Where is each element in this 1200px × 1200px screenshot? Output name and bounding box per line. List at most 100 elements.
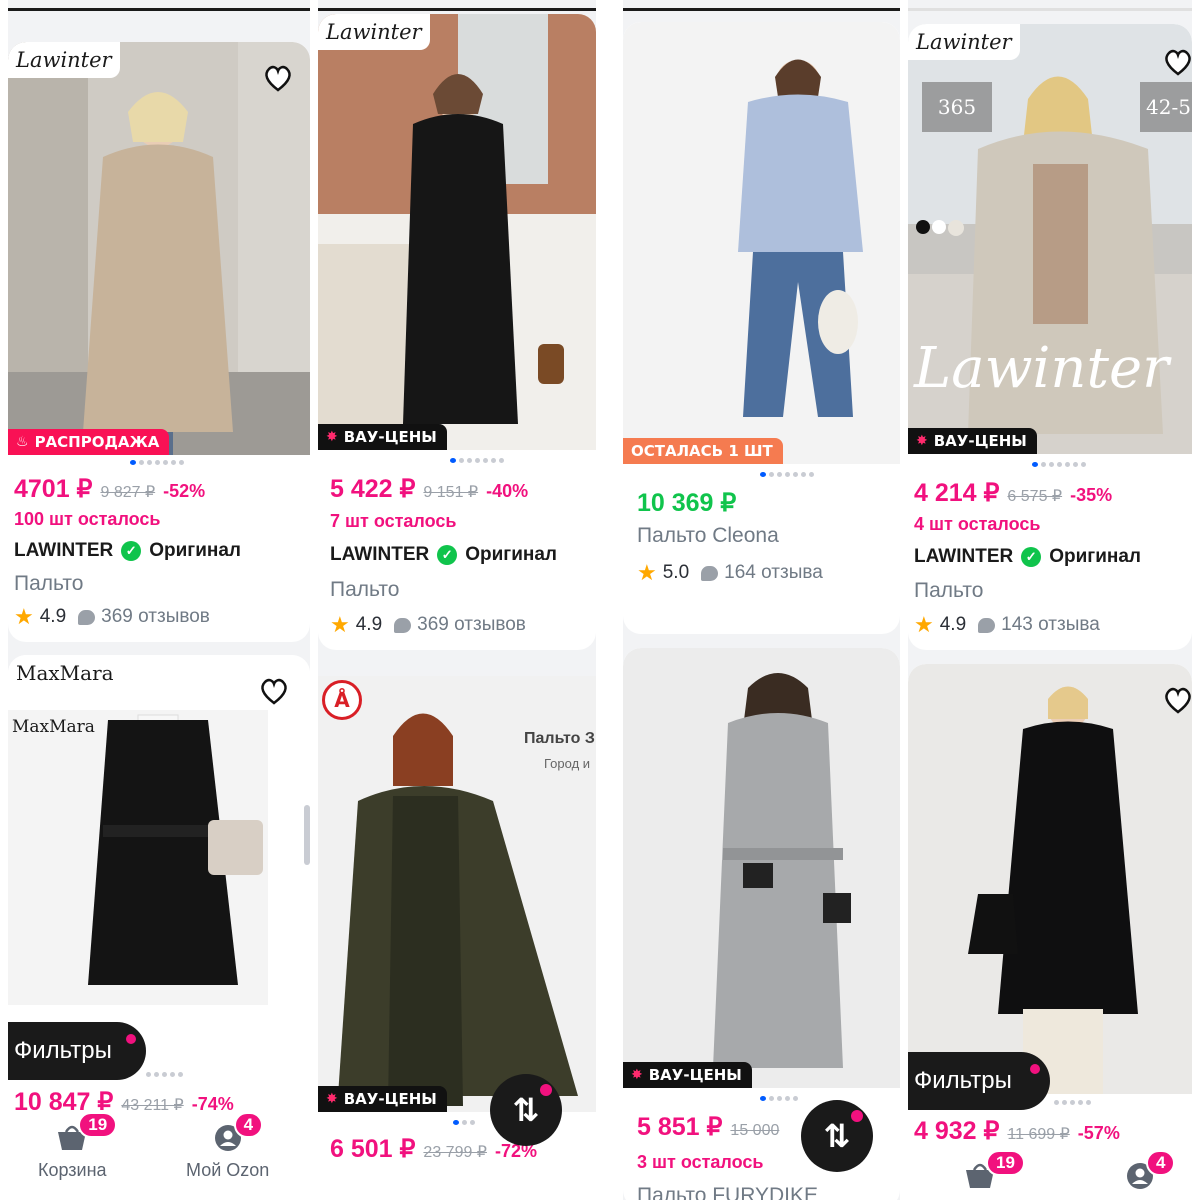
seller-row[interactable]: LAWINTER ✓ Оригинал: [330, 544, 557, 566]
price: 4 932 ₽: [914, 1117, 1000, 1145]
rating-value: 4.9: [355, 614, 383, 635]
product-photo[interactable]: Lawinter 365 42-50 Lawinter ✸ ВАУ-ЦЕНЫ: [908, 24, 1192, 454]
rating-row: ★ 4.9 369 отзывов: [14, 604, 210, 630]
product-title[interactable]: Пальто: [330, 578, 399, 602]
product-card[interactable]: Lawinter ✸ ВАУ-ЦЕНЫ 5 422 ₽ 9 151 ₽ -40%…: [318, 14, 596, 650]
original-label: Оригинал: [149, 540, 241, 561]
bottom-nav: 19 4: [908, 1146, 1192, 1200]
comment-icon: [701, 565, 719, 581]
coat-photo: [623, 648, 900, 1088]
filters-indicator: [124, 1032, 138, 1046]
product-photo[interactable]: Å Пальто З Город и ✸ ВАУ-ЦЕНЫ: [318, 676, 596, 1112]
photo-pager[interactable]: [1032, 462, 1086, 467]
photo-pager[interactable]: [1054, 1100, 1091, 1105]
product-photo[interactable]: ✸ ВАУ-ЦЕНЫ: [623, 648, 900, 1088]
photo-pager[interactable]: [130, 460, 184, 465]
seller-row[interactable]: LAWINTER ✓ Оригинал: [914, 546, 1141, 568]
seller-row[interactable]: LAWINTER ✓ Оригинал: [14, 540, 241, 562]
burst-icon: ✸: [326, 429, 338, 445]
price-row: 5 851 ₽ 15 000: [637, 1112, 779, 1142]
rating-value: 5.0: [662, 562, 690, 583]
photo-pager[interactable]: [760, 1096, 798, 1101]
product-card[interactable]: Lawinter ♨ РАСПРОДАЖА 4701 ₽ 9 827 ₽ -52…: [8, 42, 310, 642]
product-photo[interactable]: MaxMara MaxMara: [8, 655, 310, 1005]
rating-value: 4.9: [939, 614, 967, 635]
product-photo[interactable]: [908, 664, 1192, 1094]
photo-pager[interactable]: [450, 458, 504, 463]
price: 4701 ₽: [14, 475, 93, 503]
comment-icon: [78, 609, 96, 625]
warranty-box: 365: [922, 82, 992, 132]
product-card[interactable]: ОСТАЛАСЬ 1 ШТ 10 369 ₽ Пальто Cleona ★ 5…: [623, 22, 900, 634]
price-row: 5 422 ₽ 9 151 ₽ -40%: [330, 474, 528, 504]
stock-left: 4 шт осталось: [914, 514, 1041, 534]
color-swatches[interactable]: [916, 220, 964, 236]
photo-pager[interactable]: [146, 1072, 183, 1077]
brand-tag: Lawinter: [8, 42, 120, 78]
price: 10 369 ₽: [637, 489, 737, 517]
product-photo[interactable]: Lawinter ♨ РАСПРОДАЖА: [8, 42, 310, 455]
favorite-heart-icon[interactable]: [1158, 680, 1192, 720]
nav-cart[interactable]: 19: [964, 1150, 1025, 1190]
reviews-count: 369 отзывов: [417, 614, 526, 635]
product-photo[interactable]: Lawinter ✸ ВАУ-ЦЕНЫ: [318, 14, 596, 450]
star-icon: ★: [914, 612, 934, 637]
wow-price-badge: ✸ ВАУ-ЦЕНЫ: [318, 1086, 447, 1112]
photo-pager[interactable]: [760, 472, 814, 477]
sort-button[interactable]: ⇅: [801, 1100, 873, 1172]
nav-cart[interactable]: 19 Корзина: [38, 1112, 118, 1181]
filters-button[interactable]: Фильтры: [908, 1052, 1050, 1110]
old-price: 9 827 ₽: [100, 484, 156, 501]
cart-count: 19: [78, 1112, 118, 1138]
old-price: 11 699 ₽: [1007, 1126, 1070, 1143]
product-title[interactable]: Пальто Cleona: [637, 524, 779, 548]
verified-check-icon: ✓: [121, 541, 142, 561]
filters-button[interactable]: Фильтры: [8, 1022, 146, 1080]
sort-button[interactable]: ⇅: [490, 1074, 562, 1146]
last-item-badge: ОСТАЛАСЬ 1 ШТ: [623, 438, 783, 464]
product-title[interactable]: Пальто: [14, 572, 83, 596]
product-photo[interactable]: ОСТАЛАСЬ 1 ШТ: [623, 22, 900, 464]
fire-icon: ♨: [16, 434, 29, 450]
favorite-heart-icon[interactable]: [258, 58, 298, 98]
nav-profile[interactable]: 4 Мой Ozon: [186, 1112, 269, 1181]
favorite-heart-icon[interactable]: [1158, 42, 1192, 82]
discount: -35%: [1070, 485, 1113, 505]
swatch-beige[interactable]: [948, 220, 964, 236]
price-row: 4701 ₽ 9 827 ₽ -52%: [14, 474, 205, 504]
cart-icon: 19: [964, 1150, 1025, 1190]
cart-icon: 19: [56, 1112, 118, 1152]
badge-label: ОСТАЛАСЬ 1 ШТ: [631, 442, 773, 460]
profile-icon: 4: [212, 1112, 264, 1152]
stock-left: 7 шт осталось: [330, 511, 457, 531]
product-card[interactable]: 4 932 ₽ 11 699 ₽ -57%: [908, 664, 1192, 1200]
swatch-white[interactable]: [932, 220, 946, 234]
reviews-count: 164 отзыва: [724, 562, 823, 583]
product-title[interactable]: Пальто FURYDIKE: [637, 1184, 818, 1200]
discount: -40%: [486, 481, 529, 501]
seller-name: LAWINTER: [14, 540, 114, 561]
sort-indicator: [540, 1084, 552, 1096]
photo-label: Пальто З: [524, 730, 595, 747]
favorite-heart-icon[interactable]: [254, 671, 294, 711]
brand-tag: Lawinter: [318, 14, 430, 50]
verified-check-icon: ✓: [437, 545, 458, 565]
reviews-count: 143 отзыва: [1001, 614, 1100, 635]
badge-label: ВАУ-ЦЕНЫ: [343, 428, 437, 446]
coat-photo: [8, 42, 310, 455]
wow-price-badge: ✸ ВАУ-ЦЕНЫ: [623, 1062, 752, 1088]
scrollbar[interactable]: [304, 805, 310, 865]
photo-pager[interactable]: [453, 1120, 475, 1125]
swatch-black[interactable]: [916, 220, 930, 234]
original-label: Оригинал: [1049, 546, 1141, 567]
burst-icon: ✸: [916, 433, 928, 449]
brand-logo-icon: Å: [322, 680, 362, 720]
seller-name: LAWINTER: [330, 544, 430, 565]
separator: [318, 8, 596, 11]
nav-profile[interactable]: 4: [1124, 1150, 1176, 1190]
product-card[interactable]: Lawinter 365 42-50 Lawinter ✸ ВАУ-ЦЕНЫ 4…: [908, 24, 1192, 650]
rating-row: ★ 4.9 143 отзыва: [914, 612, 1100, 638]
product-title[interactable]: Пальто: [914, 579, 983, 603]
cart-count: 19: [986, 1150, 1025, 1176]
photo-overlay-text: Lawinter: [914, 336, 1169, 401]
